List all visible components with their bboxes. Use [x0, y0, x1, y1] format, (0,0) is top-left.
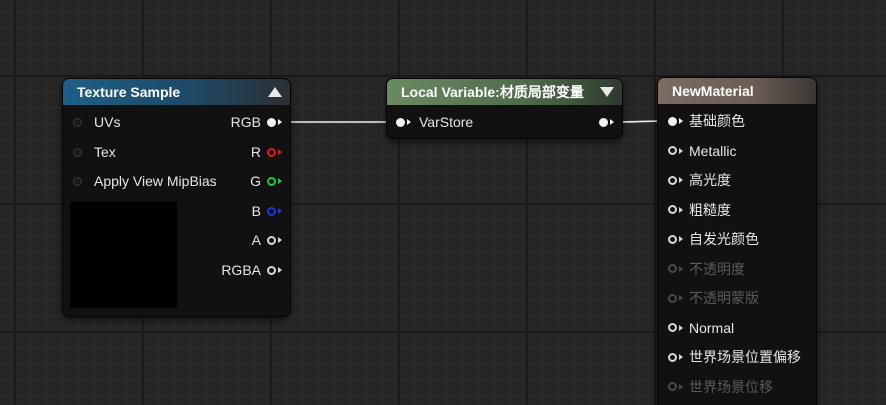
exec-arrow-icon	[679, 383, 683, 390]
material-input-pin[interactable]: 世界场景位置偏移	[668, 347, 801, 367]
exec-arrow-icon	[278, 119, 282, 125]
material-input-pin: 不透明蒙版	[668, 288, 759, 308]
pin-label-rgb: RGB	[230, 114, 261, 130]
material-input-pin: 世界场景位移	[668, 377, 773, 397]
output-pin-rgba[interactable]: RGBA	[221, 260, 282, 280]
exec-arrow-icon	[679, 354, 683, 360]
material-input-pin[interactable]: 自发光颜色	[668, 229, 759, 249]
pin-rgba-icon[interactable]	[267, 265, 276, 275]
input-pin-varstore[interactable]: VarStore	[396, 112, 473, 132]
pin-label-uvs: UVs	[94, 114, 121, 130]
material-pin-label: 基础颜色	[689, 113, 745, 129]
material-pin-icon[interactable]	[668, 323, 677, 332]
material-output-title: NewMaterial	[672, 83, 754, 99]
output-pin-r[interactable]: R	[251, 142, 282, 162]
output-pin-b[interactable]: B	[252, 201, 282, 221]
material-pin-icon[interactable]	[668, 146, 677, 155]
material-input-pin[interactable]: Metallic	[668, 141, 736, 161]
material-graph-canvas[interactable]: Texture Sample UVs Tex Apply View MipBia…	[0, 0, 886, 405]
material-output-header[interactable]: NewMaterial	[658, 78, 816, 104]
pin-b-icon[interactable]	[267, 206, 276, 216]
input-pin-uvs[interactable]: UVs	[73, 112, 120, 132]
material-pin-icon[interactable]	[668, 205, 677, 214]
exec-arrow-icon	[679, 295, 683, 301]
material-pin-label: 粗糙度	[689, 201, 731, 218]
pin-mipbias-icon[interactable]	[73, 176, 82, 186]
local-variable-node[interactable]: Local Variable:材质局部变量 VarStore	[387, 79, 622, 138]
material-pin-label: 世界场景位置偏移	[689, 349, 801, 365]
exec-arrow-icon	[679, 265, 683, 272]
pin-varstore-icon[interactable]	[396, 117, 405, 127]
exec-arrow-icon	[679, 236, 683, 242]
pin-g-icon[interactable]	[267, 176, 276, 186]
texture-sample-title: Texture Sample	[77, 84, 181, 100]
material-pin-icon[interactable]	[668, 234, 677, 244]
output-pin-rgb[interactable]: RGB	[231, 112, 282, 132]
material-pin-label: 不透明度	[689, 260, 745, 277]
material-pin-icon[interactable]	[668, 116, 677, 126]
texture-sample-node[interactable]: Texture Sample UVs Tex Apply View MipBia…	[63, 79, 290, 316]
input-pin-apply-view-mipbias[interactable]: Apply View MipBias	[73, 171, 217, 191]
exec-arrow-icon	[407, 119, 411, 125]
exec-arrow-icon	[679, 177, 683, 183]
collapse-arrow-icon[interactable]	[268, 87, 282, 97]
pin-label-tex: Tex	[94, 144, 116, 160]
texture-sample-header[interactable]: Texture Sample	[63, 79, 290, 105]
pin-label-g: G	[250, 173, 261, 189]
material-pin-label: 世界场景位移	[689, 378, 773, 395]
exec-arrow-icon	[278, 178, 282, 184]
pin-label-mipbias: Apply View MipBias	[94, 173, 217, 189]
exec-arrow-icon	[278, 267, 282, 273]
pin-uvs-icon[interactable]	[73, 117, 82, 127]
material-input-pin[interactable]: 基础颜色	[668, 111, 745, 131]
pin-a-icon[interactable]	[267, 235, 276, 245]
material-pin-icon	[668, 264, 677, 273]
material-input-pin: 不透明度	[668, 259, 745, 279]
texture-preview-thumbnail	[70, 202, 177, 308]
pin-label-varstore: VarStore	[419, 114, 474, 130]
exec-arrow-icon	[679, 147, 683, 154]
material-pin-label: 自发光颜色	[689, 231, 759, 247]
pin-r-icon[interactable]	[267, 147, 276, 157]
exec-arrow-icon	[610, 119, 614, 125]
pin-tex-icon[interactable]	[73, 147, 82, 157]
exec-arrow-icon	[278, 149, 282, 155]
pin-var-output-icon[interactable]	[599, 117, 608, 127]
pin-rgb-icon[interactable]	[267, 117, 276, 127]
exec-arrow-icon	[679, 118, 683, 124]
material-pin-label: Metallic	[689, 142, 737, 159]
pin-label-rgba: RGBA	[221, 262, 261, 278]
material-input-pin[interactable]: Normal	[668, 318, 734, 338]
material-pin-label: 高光度	[689, 172, 731, 188]
expand-arrow-icon[interactable]	[600, 87, 614, 97]
material-pin-label: 不透明蒙版	[689, 290, 759, 306]
pin-label-a: A	[251, 232, 261, 248]
material-input-pin[interactable]: 粗糙度	[668, 200, 731, 220]
output-pin-a[interactable]: A	[252, 230, 282, 250]
input-pin-tex[interactable]: Tex	[73, 142, 116, 162]
exec-arrow-icon	[679, 324, 683, 331]
material-pin-icon	[668, 382, 677, 391]
exec-arrow-icon	[278, 208, 282, 214]
local-variable-title: Local Variable:材质局部变量	[401, 84, 584, 100]
material-pin-icon[interactable]	[668, 352, 677, 362]
material-output-node[interactable]: NewMaterial 基础颜色 Metallic 高光度粗糙度自发光颜色不透明度不…	[658, 78, 816, 405]
material-pin-icon	[668, 293, 677, 303]
output-pin-var[interactable]	[599, 112, 614, 132]
material-input-pin[interactable]: 高光度	[668, 170, 731, 190]
output-pin-g[interactable]: G	[250, 171, 282, 191]
exec-arrow-icon	[278, 237, 282, 243]
exec-arrow-icon	[679, 206, 683, 213]
material-pin-icon[interactable]	[668, 175, 677, 185]
material-pin-label: Normal	[689, 319, 735, 336]
pin-label-r: R	[250, 144, 261, 160]
local-variable-header[interactable]: Local Variable:材质局部变量	[387, 79, 622, 105]
pin-label-b: B	[251, 203, 261, 219]
